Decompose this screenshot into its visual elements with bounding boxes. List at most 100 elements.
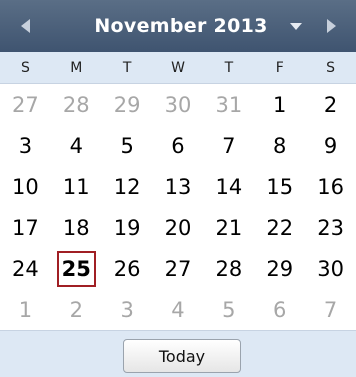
weekday-label: T <box>122 60 132 76</box>
day-cell[interactable]: 21 <box>203 207 254 248</box>
day-cell-other-month[interactable]: 30 <box>153 84 204 125</box>
day-cell[interactable]: 4 <box>51 125 102 166</box>
day-cell-other-month[interactable]: 5 <box>203 289 254 330</box>
day-cell[interactable]: 13 <box>153 166 204 207</box>
day-number: 5 <box>120 133 134 158</box>
day-cell-today[interactable]: 25 <box>51 248 102 289</box>
day-number: 12 <box>113 174 141 199</box>
day-cell[interactable]: 11 <box>51 166 102 207</box>
day-cell-other-month[interactable]: 6 <box>254 289 305 330</box>
day-number: 3 <box>18 133 33 158</box>
day-cell-other-month[interactable]: 3 <box>102 289 153 330</box>
day-cell-other-month[interactable]: 4 <box>153 289 204 330</box>
day-cell[interactable]: 22 <box>254 207 305 248</box>
day-number: 28 <box>215 256 243 281</box>
day-cell[interactable]: 19 <box>102 207 153 248</box>
day-cell-other-month[interactable]: 1 <box>0 289 51 330</box>
day-number: 29 <box>266 256 294 281</box>
day-cell-other-month[interactable]: 28 <box>51 84 102 125</box>
day-number: 19 <box>113 215 141 240</box>
day-number: 30 <box>317 256 344 281</box>
day-cell-other-month[interactable]: 27 <box>0 84 51 125</box>
weekday-label: T <box>224 60 234 76</box>
date-picker: November 2013 S M T W T F S 27 28 29 30 31 1 2… <box>0 0 356 377</box>
day-number: 1 <box>273 92 287 117</box>
day-number: 24 <box>12 256 39 281</box>
month-year-title[interactable]: November 2013 <box>86 0 276 52</box>
day-number: 13 <box>164 174 192 199</box>
day-number: 16 <box>317 174 344 199</box>
day-cell[interactable]: 5 <box>102 125 153 166</box>
day-number: 4 <box>69 133 83 158</box>
day-cell[interactable]: 8 <box>254 125 305 166</box>
day-cell-other-month[interactable]: 29 <box>102 84 153 125</box>
day-cell[interactable]: 27 <box>153 248 204 289</box>
calendar-footer: Today <box>0 330 356 377</box>
day-number: 11 <box>62 174 90 199</box>
day-cell[interactable]: 6 <box>153 125 204 166</box>
day-number: 7 <box>222 133 236 158</box>
day-number: 2 <box>323 92 338 117</box>
weekday-header-row: S M T W T F S <box>0 52 356 84</box>
weekday-label: M <box>70 60 83 76</box>
day-cell[interactable]: 10 <box>0 166 51 207</box>
day-number: 1 <box>18 297 33 322</box>
day-number: 31 <box>215 92 243 117</box>
day-number: 27 <box>164 256 192 281</box>
day-number: 26 <box>113 256 141 281</box>
day-cell[interactable]: 26 <box>102 248 153 289</box>
day-number: 29 <box>113 92 141 117</box>
day-number: 8 <box>273 133 287 158</box>
today-button[interactable]: Today <box>123 339 241 373</box>
day-number: 27 <box>12 92 39 117</box>
calendar-header: November 2013 <box>0 0 356 52</box>
day-cell-other-month[interactable]: 7 <box>305 289 356 330</box>
triangle-left-icon <box>20 19 30 33</box>
day-number: 28 <box>62 92 90 117</box>
day-cell[interactable]: 17 <box>0 207 51 248</box>
day-number: 6 <box>171 133 185 158</box>
day-cell[interactable]: 2 <box>305 84 356 125</box>
day-number: 3 <box>120 297 134 322</box>
weekday-label: F <box>275 60 284 76</box>
day-cell-other-month[interactable]: 31 <box>203 84 254 125</box>
triangle-right-icon <box>326 19 336 33</box>
weekday-label: W <box>171 60 185 76</box>
day-cell[interactable]: 23 <box>305 207 356 248</box>
prev-month-button[interactable] <box>0 0 50 52</box>
day-number: 21 <box>215 215 243 240</box>
day-number: 7 <box>323 297 338 322</box>
day-number: 10 <box>12 174 39 199</box>
day-number: 14 <box>215 174 243 199</box>
day-cell[interactable]: 28 <box>203 248 254 289</box>
weekday-label: S <box>326 60 336 76</box>
day-cell[interactable]: 15 <box>254 166 305 207</box>
next-month-button[interactable] <box>306 0 356 52</box>
day-cell[interactable]: 24 <box>0 248 51 289</box>
day-number: 4 <box>171 297 185 322</box>
day-number: 22 <box>266 215 294 240</box>
day-cell[interactable]: 29 <box>254 248 305 289</box>
day-cell[interactable]: 1 <box>254 84 305 125</box>
day-cell[interactable]: 3 <box>0 125 51 166</box>
day-cell[interactable]: 9 <box>305 125 356 166</box>
day-cell-other-month[interactable]: 2 <box>51 289 102 330</box>
day-number: 17 <box>12 215 39 240</box>
day-cell[interactable]: 30 <box>305 248 356 289</box>
day-number: 15 <box>266 174 294 199</box>
day-number: 2 <box>69 297 83 322</box>
day-cell[interactable]: 7 <box>203 125 254 166</box>
day-cell[interactable]: 14 <box>203 166 254 207</box>
day-cell[interactable]: 12 <box>102 166 153 207</box>
day-number: 18 <box>62 215 90 240</box>
day-number: 30 <box>164 92 192 117</box>
day-number: 9 <box>323 133 338 158</box>
weekday-label: S <box>20 60 30 76</box>
day-number: 20 <box>164 215 192 240</box>
day-cell[interactable]: 20 <box>153 207 204 248</box>
day-number: 25 <box>56 250 96 287</box>
day-cell[interactable]: 16 <box>305 166 356 207</box>
day-grid: 27 28 29 30 31 1 2 3 4 5 6 7 8 9 10 11 12 13 14 15 16 17 18 19 2… <box>0 84 356 330</box>
day-cell[interactable]: 18 <box>51 207 102 248</box>
triangle-down-icon <box>290 22 302 30</box>
